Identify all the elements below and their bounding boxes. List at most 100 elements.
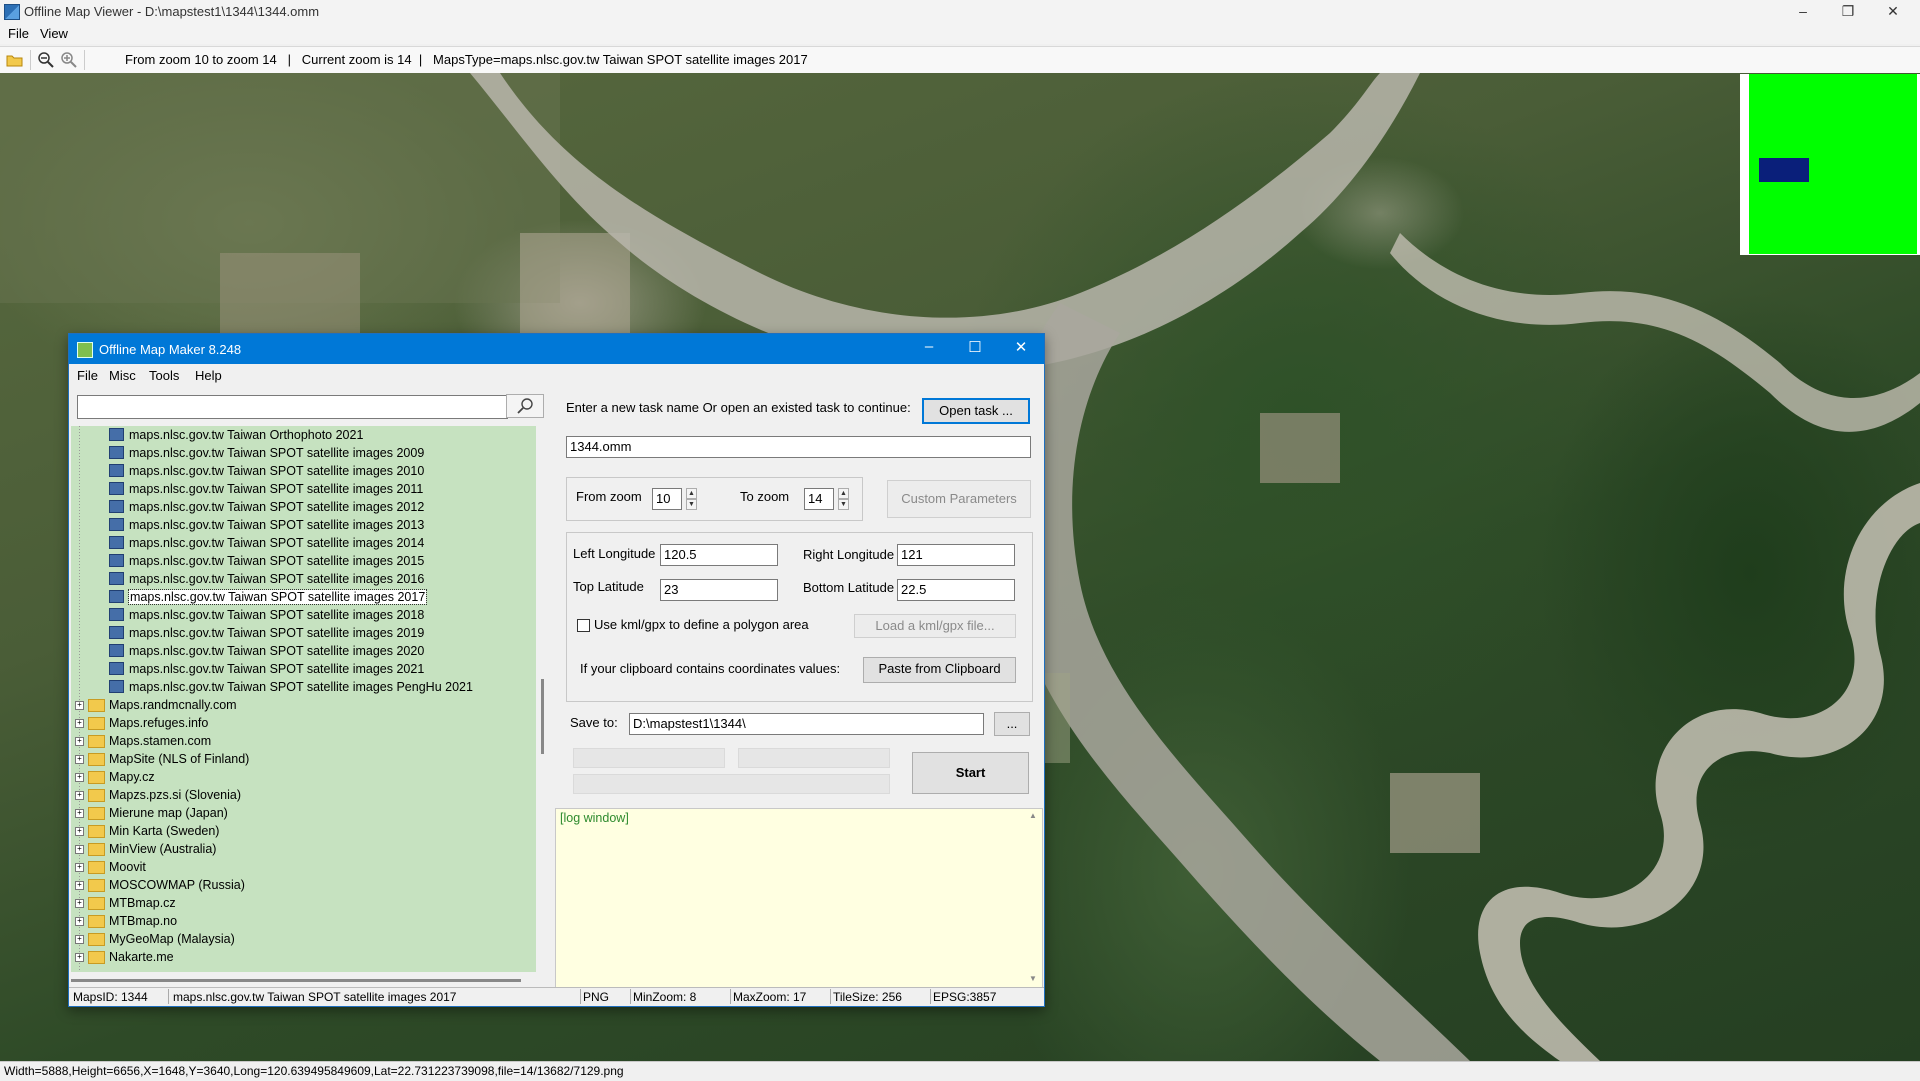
right-longitude-input[interactable]: 121: [897, 544, 1015, 566]
tree-map-item[interactable]: maps.nlsc.gov.tw Taiwan SPOT satellite i…: [71, 588, 536, 606]
expand-icon[interactable]: +: [75, 701, 84, 710]
kml-polygon-checkbox[interactable]: [577, 619, 590, 632]
search-button[interactable]: [506, 394, 544, 418]
menu-tools[interactable]: Tools: [149, 368, 179, 383]
open-task-button[interactable]: Open task ...: [922, 398, 1030, 424]
expand-icon[interactable]: +: [75, 719, 84, 728]
tree-folder-item[interactable]: + Nakarte.me: [71, 948, 536, 966]
map-provider-tree[interactable]: maps.nlsc.gov.tw Taiwan Orthophoto 2021 m…: [71, 426, 536, 972]
tree-map-item[interactable]: maps.nlsc.gov.tw Taiwan SPOT satellite i…: [71, 570, 536, 588]
maximize-button[interactable]: ❐: [1826, 0, 1870, 24]
tree-item-label: MinView (Australia): [109, 842, 217, 856]
tree-map-item[interactable]: maps.nlsc.gov.tw Taiwan SPOT satellite i…: [71, 606, 536, 624]
expand-icon[interactable]: +: [75, 773, 84, 782]
expand-icon[interactable]: +: [75, 791, 84, 800]
tree-map-item[interactable]: maps.nlsc.gov.tw Taiwan SPOT satellite i…: [71, 444, 536, 462]
scroll-down-arrow-icon[interactable]: ▼: [1029, 974, 1037, 983]
tree-map-item[interactable]: maps.nlsc.gov.tw Taiwan SPOT satellite i…: [71, 534, 536, 552]
expand-icon[interactable]: +: [75, 845, 84, 854]
to-zoom-down-button[interactable]: ▼: [838, 499, 849, 510]
tree-map-item[interactable]: maps.nlsc.gov.tw Taiwan SPOT satellite i…: [71, 480, 536, 498]
scroll-up-arrow-icon[interactable]: ▲: [1029, 811, 1037, 820]
to-zoom-input[interactable]: 14: [804, 488, 834, 510]
tree-folder-item[interactable]: + Mapzs.pzs.si (Slovenia): [71, 786, 536, 804]
custom-parameters-button[interactable]: Custom Parameters: [887, 480, 1031, 518]
save-path-input[interactable]: D:\mapstest1\1344\: [629, 713, 984, 735]
tree-folder-item[interactable]: + MapSite (NLS of Finland): [71, 750, 536, 768]
browse-button[interactable]: ...: [994, 712, 1030, 736]
open-folder-icon[interactable]: [6, 51, 24, 69]
expand-icon[interactable]: +: [75, 899, 84, 908]
menu-view[interactable]: View: [40, 26, 68, 41]
menu-misc[interactable]: Misc: [109, 368, 136, 383]
folder-icon: [88, 915, 105, 928]
expand-icon[interactable]: +: [75, 737, 84, 746]
tree-folder-item[interactable]: + Mapy.cz: [71, 768, 536, 786]
folder-icon: [88, 861, 105, 874]
from-zoom-up-button[interactable]: ▲: [686, 488, 697, 499]
map-layer-icon: [109, 500, 124, 513]
tree-map-item[interactable]: maps.nlsc.gov.tw Taiwan SPOT satellite i…: [71, 516, 536, 534]
tree-folder-item[interactable]: + MOSCOWMAP (Russia): [71, 876, 536, 894]
tree-folder-item[interactable]: + MTBmap.cz: [71, 894, 536, 912]
folder-icon: [88, 933, 105, 946]
tree-folder-item[interactable]: + MTBmap.no: [71, 912, 536, 930]
dialog-minimize-button[interactable]: –: [907, 338, 951, 360]
tree-folder-item[interactable]: + Moovit: [71, 858, 536, 876]
tree-folder-item[interactable]: + MyGeoMap (Malaysia): [71, 930, 536, 948]
tree-map-item[interactable]: maps.nlsc.gov.tw Taiwan SPOT satellite i…: [71, 498, 536, 516]
expand-icon[interactable]: +: [75, 953, 84, 962]
minimize-button[interactable]: –: [1781, 0, 1825, 24]
tree-map-item[interactable]: maps.nlsc.gov.tw Taiwan SPOT satellite i…: [71, 642, 536, 660]
top-latitude-input[interactable]: 23: [660, 579, 778, 601]
tree-map-item[interactable]: maps.nlsc.gov.tw Taiwan SPOT satellite i…: [71, 552, 536, 570]
start-button[interactable]: Start: [912, 752, 1029, 794]
tree-item-label: maps.nlsc.gov.tw Taiwan SPOT satellite i…: [129, 626, 425, 640]
paste-from-clipboard-button[interactable]: Paste from Clipboard: [863, 657, 1016, 683]
tree-scroll-thumb[interactable]: [541, 679, 544, 754]
map-search-input[interactable]: [77, 395, 508, 419]
close-button[interactable]: ✕: [1871, 0, 1915, 24]
tree-folder-item[interactable]: + Maps.stamen.com: [71, 732, 536, 750]
folder-icon: [88, 951, 105, 964]
menu-help[interactable]: Help: [195, 368, 222, 383]
expand-icon[interactable]: +: [75, 827, 84, 836]
zoom-in-icon[interactable]: [60, 51, 78, 69]
tree-folder-item[interactable]: + Mierune map (Japan): [71, 804, 536, 822]
bottom-latitude-input[interactable]: 22.5: [897, 579, 1015, 601]
tree-map-item[interactable]: maps.nlsc.gov.tw Taiwan SPOT satellite i…: [71, 462, 536, 480]
log-scrollbar[interactable]: ▲ ▼: [1026, 809, 1041, 987]
from-zoom-down-button[interactable]: ▼: [686, 499, 697, 510]
expand-icon[interactable]: +: [75, 935, 84, 944]
tree-folder-item[interactable]: + Maps.randmcnally.com: [71, 696, 536, 714]
log-window[interactable]: [log window] ▲ ▼: [555, 808, 1043, 990]
tree-hscroll-thumb[interactable]: [71, 979, 521, 982]
dialog-maximize-button[interactable]: ☐: [953, 338, 997, 360]
tree-folder-item[interactable]: + MinView (Australia): [71, 840, 536, 858]
tree-folder-item[interactable]: + Maps.refuges.info: [71, 714, 536, 732]
dialog-close-button[interactable]: ✕: [999, 338, 1043, 360]
tree-map-item[interactable]: maps.nlsc.gov.tw Taiwan SPOT satellite i…: [71, 624, 536, 642]
minimap-viewport-indicator[interactable]: [1759, 158, 1809, 182]
tree-map-item[interactable]: maps.nlsc.gov.tw Taiwan SPOT satellite i…: [71, 678, 536, 696]
min-zoom-status: MinZoom: 8: [633, 990, 697, 1004]
tree-folder-item[interactable]: + Min Karta (Sweden): [71, 822, 536, 840]
minimap[interactable]: [1740, 74, 1920, 255]
zoom-out-icon[interactable]: [37, 51, 55, 69]
from-zoom-input[interactable]: 10: [652, 488, 682, 510]
expand-icon[interactable]: +: [75, 755, 84, 764]
expand-icon[interactable]: +: [75, 809, 84, 818]
task-name-field[interactable]: 1344.omm: [566, 436, 1031, 458]
expand-icon[interactable]: +: [75, 917, 84, 926]
to-zoom-up-button[interactable]: ▲: [838, 488, 849, 499]
left-longitude-input[interactable]: 120.5: [660, 544, 778, 566]
tree-map-item[interactable]: maps.nlsc.gov.tw Taiwan SPOT satellite i…: [71, 660, 536, 678]
tree-map-item[interactable]: maps.nlsc.gov.tw Taiwan Orthophoto 2021: [71, 426, 536, 444]
tree-item-label: maps.nlsc.gov.tw Taiwan Orthophoto 2021: [129, 428, 364, 442]
expand-icon[interactable]: +: [75, 881, 84, 890]
map-layer-icon: [109, 680, 124, 693]
load-kml-button[interactable]: Load a kml/gpx file...: [854, 614, 1016, 638]
expand-icon[interactable]: +: [75, 863, 84, 872]
menu-file[interactable]: File: [77, 368, 98, 383]
menu-file[interactable]: File: [8, 26, 29, 41]
